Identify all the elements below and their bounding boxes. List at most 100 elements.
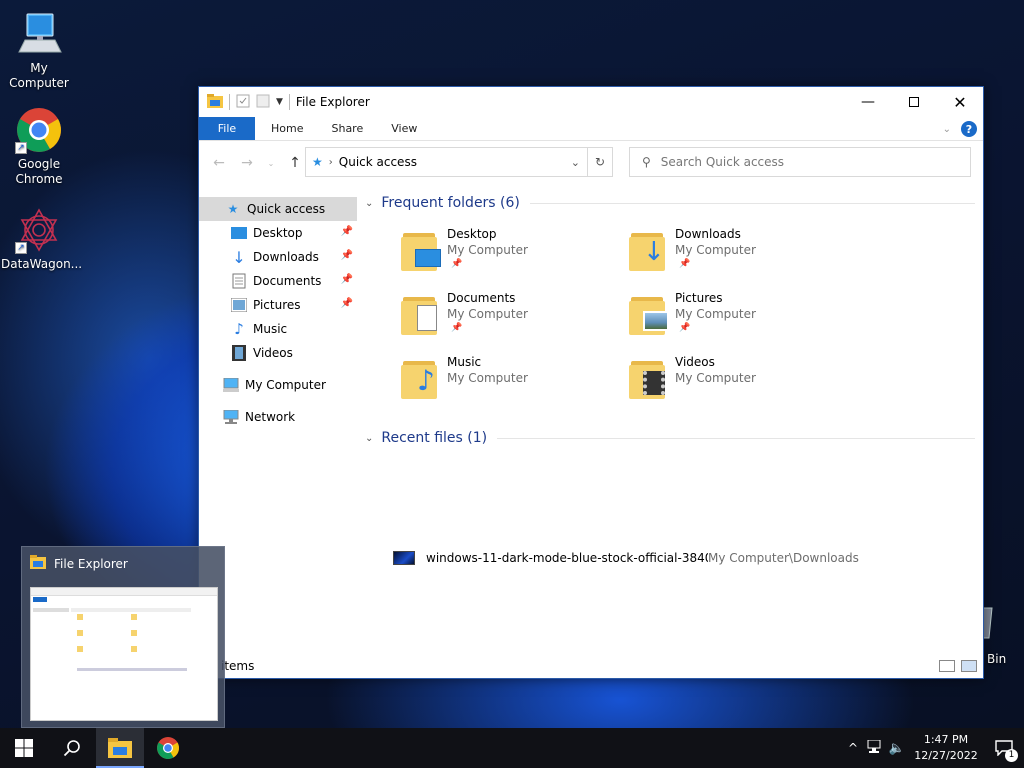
folder-icon xyxy=(401,229,441,271)
folder-name: Downloads xyxy=(675,227,741,241)
file-explorer-icon xyxy=(108,738,132,758)
nav-item-label: Music xyxy=(253,322,288,336)
taskbar-thumbnail-preview[interactable]: File Explorer xyxy=(21,546,225,728)
help-icon[interactable]: ? xyxy=(961,121,977,137)
nav-item-quick-access[interactable]: ★ Quick access xyxy=(199,197,357,221)
folder-icon: ♪ xyxy=(401,357,441,399)
nav-item-label: Videos xyxy=(253,346,293,360)
minimize-icon: — xyxy=(861,94,875,110)
forward-arrow-icon: → xyxy=(241,155,253,171)
folder-tile-music[interactable]: ♪ Music My Computer xyxy=(401,355,601,415)
group-header-frequent[interactable]: ⌄ Frequent folders (6) xyxy=(365,195,975,211)
start-button[interactable] xyxy=(0,728,48,768)
search-button[interactable] xyxy=(48,728,96,768)
nav-item-downloads[interactable]: ↓ Downloads 📌 xyxy=(199,245,357,269)
customize-toolbar-icon[interactable]: ▼ xyxy=(276,97,283,107)
back-button[interactable]: ← xyxy=(207,151,231,175)
tab-file[interactable]: File xyxy=(199,117,255,140)
search-input[interactable] xyxy=(660,155,941,169)
volume-icon[interactable]: 🔈 xyxy=(886,741,908,756)
maximize-button[interactable] xyxy=(891,87,937,117)
nav-item-videos[interactable]: Videos xyxy=(199,341,357,365)
desktop-icon-datawagon[interactable]: ↗ DataWagon... xyxy=(1,206,83,272)
music-icon: ♪ xyxy=(234,320,244,338)
nav-item-music[interactable]: ♪ Music xyxy=(199,317,357,341)
file-explorer-icon xyxy=(30,555,46,572)
folder-tile-desktop[interactable]: Desktop My Computer 📌 xyxy=(401,227,601,287)
tab-view[interactable]: View xyxy=(377,117,431,140)
divider xyxy=(529,202,975,204)
divider xyxy=(497,437,975,439)
pin-icon: 📌 xyxy=(340,274,353,285)
nav-item-documents[interactable]: Documents 📌 xyxy=(199,269,357,293)
folder-name: Music xyxy=(447,355,482,369)
large-icons-view-icon[interactable] xyxy=(961,660,977,672)
forward-button[interactable]: → xyxy=(235,151,259,175)
group-header-recent[interactable]: ⌄ Recent files (1) xyxy=(365,430,975,446)
tab-share[interactable]: Share xyxy=(317,117,377,140)
clock[interactable]: 1:47 PM 12/27/2022 xyxy=(908,732,984,764)
folder-tile-pictures[interactable]: Pictures My Computer 📌 xyxy=(629,291,829,351)
nav-item-my-computer[interactable]: My Computer xyxy=(199,373,357,397)
folder-location: My Computer xyxy=(447,243,528,257)
tab-home[interactable]: Home xyxy=(257,117,317,140)
preview-thumbnail xyxy=(30,587,218,721)
preview-title-bar: File Explorer xyxy=(30,555,128,572)
recent-file-path: My Computer\Downloads xyxy=(708,551,859,565)
desktop-icon-label: DataWagon... xyxy=(1,257,83,271)
nav-item-desktop[interactable]: Desktop 📌 xyxy=(199,221,357,245)
folder-location: My Computer xyxy=(675,243,756,257)
desktop-icon-my-computer[interactable]: My Computer xyxy=(1,10,77,91)
folder-tile-downloads[interactable]: ↓ Downloads My Computer 📌 xyxy=(629,227,829,287)
desktop-icon-google-chrome[interactable]: ↗ Google Chrome xyxy=(1,106,77,187)
network-icon[interactable] xyxy=(864,739,886,757)
title-bar[interactable]: ▼ File Explorer — ✕ xyxy=(199,87,983,117)
close-button[interactable]: ✕ xyxy=(937,87,983,117)
recent-file-row[interactable]: windows-11-dark-mode-blue-stock-official… xyxy=(393,549,859,567)
file-explorer-icon xyxy=(207,93,223,111)
computer-icon xyxy=(15,10,63,58)
folder-icon: ↓ xyxy=(629,229,669,271)
pin-icon: 📌 xyxy=(340,226,353,237)
back-arrow-icon: ← xyxy=(213,155,225,171)
preview-title: File Explorer xyxy=(54,556,128,571)
taskbar-chrome[interactable] xyxy=(144,728,192,768)
chevron-down-icon: ⌄ xyxy=(365,197,374,209)
recycle-bin-label: Bin xyxy=(987,652,1007,666)
new-folder-icon[interactable] xyxy=(256,94,270,111)
minimize-button[interactable]: — xyxy=(845,87,891,117)
taskbar-file-explorer[interactable] xyxy=(96,728,144,768)
computer-icon xyxy=(223,377,239,393)
up-button[interactable]: ↑ xyxy=(283,151,307,175)
chrome-icon xyxy=(157,737,179,759)
toolbar-divider xyxy=(229,94,230,110)
address-dropdown-icon[interactable]: ⌄ xyxy=(571,156,580,169)
show-hidden-icons-chevron-icon[interactable]: ^ xyxy=(842,741,864,755)
nav-item-pictures[interactable]: Pictures 📌 xyxy=(199,293,357,317)
system-tray: ^ 🔈 1:47 PM 12/27/2022 1 xyxy=(842,728,1024,768)
properties-icon[interactable] xyxy=(236,94,250,111)
address-bar[interactable]: ★ › Quick access ⌄ xyxy=(305,147,613,177)
star-icon: ★ xyxy=(312,155,323,169)
breadcrumb-separator-icon: › xyxy=(328,156,333,168)
pin-icon: 📌 xyxy=(679,323,691,333)
desktop-icon-label: Google Chrome xyxy=(15,157,63,186)
star-icon: ★ xyxy=(227,202,239,216)
nav-item-network[interactable]: Network xyxy=(199,405,357,429)
search-box[interactable]: ⚲ xyxy=(629,147,971,177)
navigation-bar: ← → ⌄ ↑ ★ › Quick access ⌄ ↻ ⚲ xyxy=(199,147,983,179)
file-explorer-window: ▼ File Explorer — ✕ File Home Share View… xyxy=(198,86,984,679)
up-arrow-icon: ↑ xyxy=(289,155,301,171)
recent-locations-button[interactable]: ⌄ xyxy=(259,151,283,175)
start-icon xyxy=(15,739,33,757)
refresh-button[interactable]: ↻ xyxy=(587,147,613,177)
search-icon: ⚲ xyxy=(642,155,651,169)
video-icon xyxy=(231,345,247,361)
expand-ribbon-icon[interactable]: ⌄ xyxy=(943,124,951,135)
folder-tile-documents[interactable]: Documents My Computer 📌 xyxy=(401,291,601,351)
folder-tile-videos[interactable]: Videos My Computer xyxy=(629,355,829,415)
details-view-icon[interactable] xyxy=(939,660,955,672)
desktop-icon-label: My Computer xyxy=(9,61,69,90)
pin-icon: 📌 xyxy=(340,298,353,309)
action-center-button[interactable]: 1 xyxy=(984,728,1024,768)
